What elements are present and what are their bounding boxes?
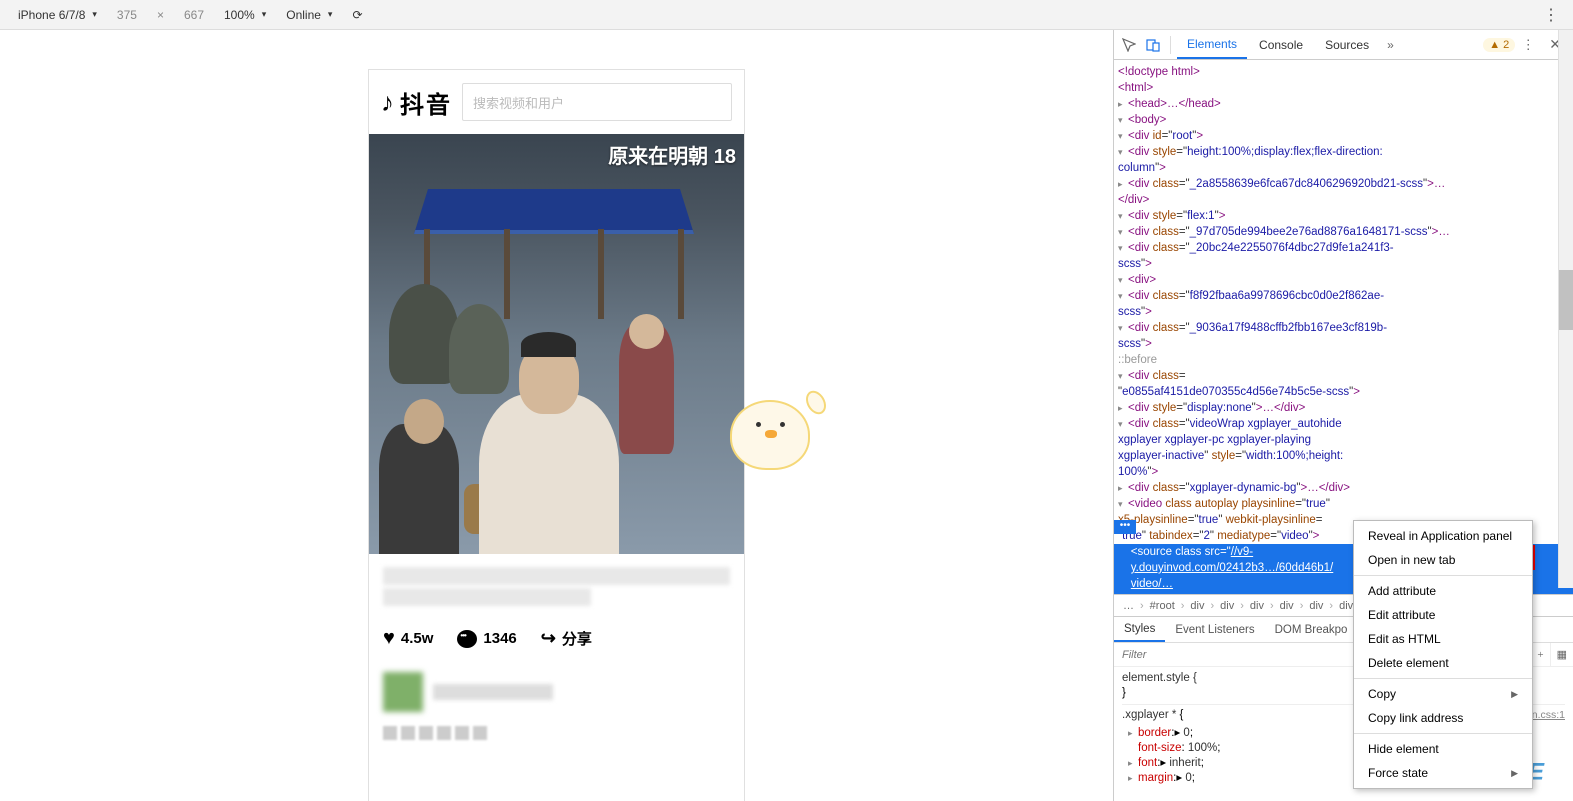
toolbar-more-icon[interactable]: ⋮ — [1537, 5, 1565, 25]
share-icon: ↪ — [541, 628, 556, 649]
menu-copy[interactable]: Copy▶ — [1354, 682, 1532, 706]
menu-copy-link[interactable]: Copy link address — [1354, 706, 1532, 730]
logo-note-icon: ♪ — [381, 87, 394, 118]
share-label: 分享 — [562, 628, 592, 649]
devtools-tabs: Elements Console Sources » ▲2 ⋮ ✕ — [1114, 30, 1573, 60]
menu-force-state[interactable]: Force state▶ — [1354, 761, 1532, 785]
video-player[interactable]: 原来在明朝 18 — [369, 134, 744, 554]
pixel-row — [369, 722, 744, 754]
zoom-selector[interactable]: 100% — [214, 8, 276, 22]
app-header: ♪ 抖音 搜索视频和用户 — [369, 70, 744, 134]
tab-event-listeners[interactable]: Event Listeners — [1165, 617, 1264, 642]
viewport-height[interactable]: 667 — [174, 8, 214, 22]
tab-sources[interactable]: Sources — [1315, 30, 1379, 59]
warnings-badge[interactable]: ▲2 — [1483, 38, 1515, 52]
search-input[interactable]: 搜索视频和用户 — [462, 83, 732, 121]
more-tabs-icon[interactable]: » — [1381, 38, 1400, 52]
device-toolbar: iPhone 6/7/8 375 × 667 100% Online ⟳ ⋮ — [0, 0, 1573, 30]
menu-hide-element[interactable]: Hide element — [1354, 737, 1532, 761]
author-name — [433, 684, 553, 700]
tab-styles[interactable]: Styles — [1114, 617, 1165, 642]
video-description — [369, 554, 744, 619]
selection-indicator: ••• — [1114, 520, 1136, 534]
like-count: 4.5w — [401, 630, 434, 647]
dom-tree[interactable]: <!doctype html> <html> <head>…</head> <b… — [1114, 60, 1573, 594]
context-menu: Reveal in Application panel Open in new … — [1353, 520, 1533, 789]
rotate-icon[interactable]: ⟳ — [342, 8, 372, 22]
video-caption: 原来在明朝 18 — [608, 140, 736, 169]
device-selector[interactable]: iPhone 6/7/8 — [8, 8, 107, 22]
heart-icon: ♥ — [383, 627, 395, 650]
tab-elements[interactable]: Elements — [1177, 30, 1247, 59]
throttle-selector[interactable]: Online — [276, 8, 342, 22]
action-bar: ♥ 4.5w 1346 ↪ 分享 — [369, 619, 744, 662]
menu-edit-attribute[interactable]: Edit attribute — [1354, 603, 1532, 627]
menu-add-attribute[interactable]: Add attribute — [1354, 579, 1532, 603]
author-row[interactable] — [369, 662, 744, 722]
phone-screen: ♪ 抖音 搜索视频和用户 原来在明朝 18 ♥ 4.5w 1346 — [369, 70, 744, 801]
settings-icon[interactable]: ⋮ — [1517, 34, 1539, 56]
logo-text: 抖音 — [400, 85, 452, 120]
device-toggle-icon[interactable] — [1142, 34, 1164, 56]
thumb-icon[interactable]: ▦ — [1550, 643, 1573, 666]
comment-icon — [457, 630, 477, 648]
avatar — [383, 672, 423, 712]
menu-open-new-tab[interactable]: Open in new tab — [1354, 548, 1532, 572]
like-button[interactable]: ♥ 4.5w — [383, 627, 433, 650]
comment-count: 1346 — [483, 630, 516, 647]
device-viewport: ♪ 抖音 搜索视频和用户 原来在明朝 18 ♥ 4.5w 1346 — [0, 30, 1113, 801]
menu-edit-html[interactable]: Edit as HTML — [1354, 627, 1532, 651]
inspect-icon[interactable] — [1118, 34, 1140, 56]
devtools-scrollbar[interactable] — [1558, 30, 1573, 588]
menu-reveal-application[interactable]: Reveal in Application panel — [1354, 524, 1532, 548]
menu-delete-element[interactable]: Delete element — [1354, 651, 1532, 675]
app-logo[interactable]: ♪ 抖音 — [381, 85, 452, 120]
share-button[interactable]: ↪ 分享 — [541, 628, 592, 649]
tab-dom-breakpoints[interactable]: DOM Breakpo — [1265, 617, 1358, 642]
loading-mascot — [720, 380, 820, 470]
tab-console[interactable]: Console — [1249, 30, 1313, 59]
dimension-sep: × — [147, 8, 174, 22]
comment-button[interactable]: 1346 — [457, 630, 516, 648]
viewport-width[interactable]: 375 — [107, 8, 147, 22]
add-rule-button[interactable]: + — [1530, 643, 1549, 666]
